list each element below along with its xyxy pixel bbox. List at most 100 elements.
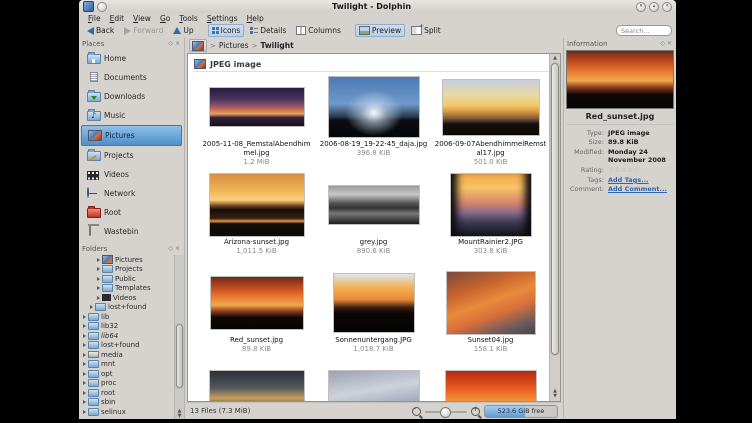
- menu-edit[interactable]: Edit: [106, 14, 129, 23]
- thumbnail[interactable]: [210, 174, 304, 236]
- rating-stars[interactable]: ☆☆☆☆☆: [608, 166, 674, 175]
- expander-icon[interactable]: [83, 391, 86, 395]
- folders-scroll-steppers[interactable]: ▲▼: [175, 409, 184, 419]
- thumbnail[interactable]: [211, 277, 303, 329]
- view-scrollbar[interactable]: ▲ ▲▼: [549, 54, 560, 401]
- menu-view[interactable]: View: [129, 14, 155, 23]
- expander-icon[interactable]: [83, 334, 86, 338]
- tree-item-lib[interactable]: lib: [81, 312, 184, 322]
- expander-icon[interactable]: [97, 296, 100, 300]
- tree-item-root[interactable]: root: [81, 388, 184, 398]
- folders-scrollbar[interactable]: ▲▼: [174, 255, 184, 419]
- place-documents[interactable]: Documents: [81, 68, 182, 87]
- minimize-icon[interactable]: ▾: [636, 2, 646, 12]
- forward-button[interactable]: Forward: [120, 24, 167, 37]
- window-menu-button[interactable]: [97, 2, 107, 12]
- menu-go[interactable]: Go: [156, 14, 174, 23]
- thumbnail[interactable]: [329, 371, 419, 402]
- back-button[interactable]: Back: [83, 24, 118, 37]
- expander-icon[interactable]: [97, 277, 100, 281]
- tree-item-public[interactable]: Public: [81, 274, 184, 284]
- app-icon[interactable]: [83, 1, 94, 12]
- place-music[interactable]: ♪ Music: [81, 106, 182, 125]
- place-downloads[interactable]: Downloads: [81, 87, 182, 106]
- zoom-slider-handle[interactable]: [440, 407, 451, 418]
- scroll-up-icon[interactable]: ▲: [550, 55, 560, 61]
- expander-icon[interactable]: [97, 267, 100, 271]
- breadcrumb-pictures[interactable]: Pictures: [219, 41, 249, 50]
- thumbnail[interactable]: [451, 174, 531, 236]
- zoom-in-icon[interactable]: +: [471, 407, 480, 416]
- tree-item-selinux[interactable]: selinux: [81, 407, 184, 417]
- columns-view-button[interactable]: Columns: [292, 24, 345, 37]
- file-item[interactable]: Sonnenuntergang.JPG 1,018.7 KiB: [315, 270, 432, 368]
- expander-icon[interactable]: [83, 343, 86, 347]
- details-view-button[interactable]: Details: [246, 24, 290, 37]
- tree-item-lostfound-home[interactable]: lost+found: [81, 303, 184, 313]
- expander-icon[interactable]: [83, 353, 86, 357]
- folders-scrollbar-thumb[interactable]: [176, 324, 183, 388]
- expander-icon[interactable]: [97, 258, 100, 262]
- tree-item-sbin[interactable]: sbin: [81, 398, 184, 408]
- search-input[interactable]: [616, 25, 672, 36]
- thumbnail[interactable]: [210, 371, 304, 402]
- file-item[interactable]: 2006-08-19_19-22-45_daja.jpg 396.8 KiB: [315, 74, 432, 172]
- tree-item-templates[interactable]: Templates: [81, 284, 184, 294]
- tree-item-opt[interactable]: opt: [81, 369, 184, 379]
- thumbnail[interactable]: [446, 371, 536, 402]
- place-projects[interactable]: Projects: [81, 146, 182, 165]
- menu-tools[interactable]: Tools: [175, 14, 201, 23]
- zoom-out-icon[interactable]: -: [412, 407, 421, 416]
- place-home[interactable]: Home: [81, 49, 182, 68]
- preview-toggle-button[interactable]: Preview: [355, 24, 405, 37]
- add-tags-link[interactable]: Add Tags...: [608, 176, 674, 184]
- places-close-icon[interactable]: ×: [174, 41, 181, 47]
- expander-icon[interactable]: [83, 362, 86, 366]
- tree-item-projects[interactable]: Projects: [81, 265, 184, 275]
- tree-item-lib64[interactable]: lib64: [81, 331, 184, 341]
- breadcrumb-twilight[interactable]: Twilight: [260, 41, 293, 50]
- place-network[interactable]: Network: [81, 184, 182, 203]
- place-wastebin[interactable]: Wastebin: [81, 222, 182, 241]
- file-item-partial[interactable]: [315, 368, 432, 402]
- place-videos[interactable]: Videos: [81, 165, 182, 184]
- menu-help[interactable]: Help: [243, 14, 268, 23]
- up-button[interactable]: Up: [169, 24, 197, 37]
- folders-float-icon[interactable]: ◇: [167, 246, 174, 252]
- tree-item-proc[interactable]: proc: [81, 379, 184, 389]
- file-item-partial[interactable]: [432, 368, 549, 402]
- expander-icon[interactable]: [83, 324, 86, 328]
- expander-icon[interactable]: [97, 286, 100, 290]
- thumbnail[interactable]: [447, 272, 535, 334]
- places-float-icon[interactable]: ◇: [167, 41, 174, 47]
- folders-close-icon[interactable]: ×: [174, 246, 181, 252]
- view-scroll-steppers[interactable]: ▲▼: [550, 389, 560, 399]
- file-item[interactable]: Red_sunset.jpg 89.8 KiB: [198, 270, 315, 368]
- location-icon-button[interactable]: [189, 39, 207, 52]
- icons-view-button[interactable]: Icons: [208, 24, 245, 37]
- menu-file[interactable]: File: [84, 14, 105, 23]
- tree-item-mnt[interactable]: mnt: [81, 360, 184, 370]
- expander-icon[interactable]: [83, 410, 86, 414]
- expander-icon[interactable]: [83, 372, 86, 376]
- file-view[interactable]: JPEG image 2005-11-08_RemstalAbendhimmel…: [187, 53, 561, 402]
- title-bar[interactable]: Twilight - Dolphin ▾ ▴ ×: [79, 0, 676, 13]
- information-close-icon[interactable]: ×: [666, 41, 673, 47]
- thumbnail[interactable]: [210, 88, 304, 126]
- menu-settings[interactable]: Settings: [203, 14, 242, 23]
- add-comment-link[interactable]: Add Comment...: [608, 185, 674, 193]
- place-pictures[interactable]: Pictures: [81, 125, 182, 146]
- file-item-partial[interactable]: [198, 368, 315, 402]
- thumbnail[interactable]: [443, 80, 539, 135]
- information-float-icon[interactable]: ◇: [659, 41, 666, 47]
- tree-item-lib32[interactable]: lib32: [81, 322, 184, 332]
- thumbnail[interactable]: [334, 274, 414, 332]
- tree-item-videos[interactable]: Videos: [81, 293, 184, 303]
- file-item[interactable]: MountRainier2.JPG 303.8 KiB: [432, 172, 549, 270]
- thumbnail[interactable]: [329, 77, 419, 137]
- file-item[interactable]: 2005-11-08_RemstalAbendhimmel.jpg 1.2 Mi…: [198, 74, 315, 172]
- split-button[interactable]: + Split: [407, 24, 445, 37]
- tree-item-media[interactable]: media: [81, 350, 184, 360]
- thumbnail[interactable]: [329, 186, 419, 224]
- file-item[interactable]: grey.jpg 890.6 KiB: [315, 172, 432, 270]
